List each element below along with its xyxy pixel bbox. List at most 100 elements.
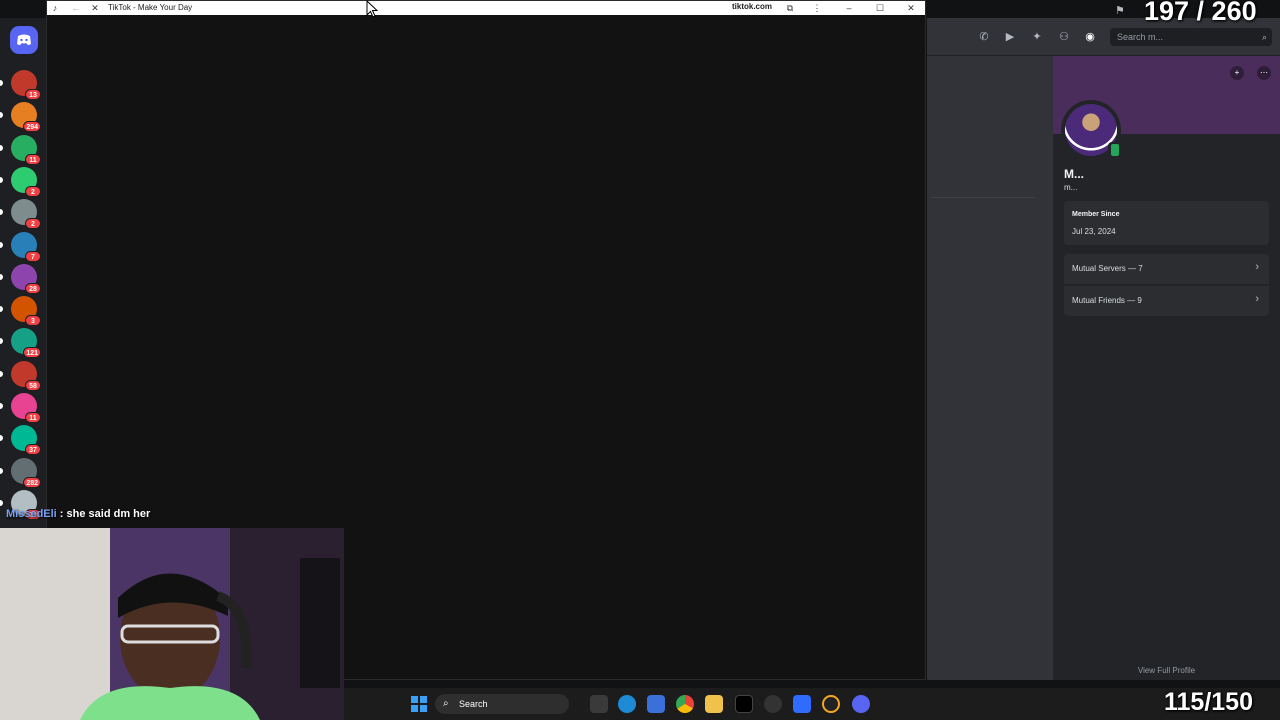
chat-username: MissedEli — [6, 508, 57, 520]
mention-badge: 7 — [25, 250, 41, 262]
server-icon[interactable]: 3 — [0, 296, 41, 327]
unread-indicator — [0, 209, 3, 216]
avatar[interactable] — [1061, 100, 1122, 160]
server-icon[interactable]: 28 — [0, 263, 41, 294]
video-call-icon[interactable]: ▶ — [1003, 30, 1017, 44]
discord-logo-icon — [17, 34, 31, 45]
chrome-icon[interactable] — [676, 695, 694, 713]
mutual-friends-label: Mutual Friends — 9 — [1072, 296, 1142, 305]
mutual-servers-row[interactable]: Mutual Servers — 7 › — [1064, 254, 1269, 284]
chat-text: : she said dm her — [56, 508, 151, 520]
server-icon[interactable]: 58 — [0, 360, 41, 391]
app-icon[interactable] — [764, 695, 782, 713]
unread-indicator — [0, 112, 3, 119]
user-profile-panel: + ⋯ M... m... Member Since Jul 23, 2024 … — [1053, 56, 1280, 680]
stop-loading-icon[interactable]: ✕ — [88, 1, 102, 15]
search-input[interactable]: Search m... ⌕ — [1110, 28, 1272, 46]
add-friends-icon[interactable]: ⚇ — [1057, 30, 1071, 44]
tiktok-favicon-icon: ♪ — [52, 3, 58, 13]
member-since-card: Member Since Jul 23, 2024 — [1064, 201, 1269, 245]
pin-icon[interactable]: ✦ — [1030, 30, 1044, 44]
mention-badge: 282 — [23, 476, 41, 488]
mutual-servers-label: Mutual Servers — 7 — [1072, 264, 1143, 273]
stream-chat-message: MissedEli : she said dm her — [6, 508, 150, 520]
stream-counter-bottom: 115/150 — [1164, 688, 1253, 716]
mention-badge: 58 — [25, 379, 41, 391]
server-icon[interactable]: 294 — [0, 102, 41, 133]
chat-divider — [931, 197, 1035, 198]
add-friend-icon[interactable]: + — [1230, 66, 1244, 80]
webcam-image — [0, 528, 344, 720]
mention-badge: 11 — [25, 153, 41, 165]
unread-indicator — [0, 370, 3, 377]
media-player-icon[interactable] — [822, 695, 840, 713]
view-full-profile-link[interactable]: View Full Profile — [1053, 666, 1280, 675]
profile-display-name: M... — [1064, 167, 1084, 181]
unread-indicator — [0, 306, 3, 313]
close-window-icon[interactable]: ✕ — [904, 1, 918, 15]
unread-indicator — [0, 499, 3, 506]
unread-indicator — [0, 241, 3, 248]
extensions-icon[interactable]: ⧉ — [783, 1, 797, 15]
minimize-icon[interactable]: – — [842, 1, 856, 15]
mobile-status-icon — [1108, 142, 1122, 158]
server-icon[interactable]: 11 — [0, 134, 41, 165]
back-arrow-icon[interactable]: ← — [69, 1, 83, 15]
unread-indicator — [0, 403, 3, 409]
member-since-label: Member Since — [1072, 211, 1120, 218]
taskbar-search-label: Search — [459, 699, 488, 709]
discord-home-button[interactable] — [10, 26, 38, 54]
server-icon[interactable]: 121 — [0, 328, 41, 359]
chevron-right-icon: › — [1255, 261, 1259, 273]
mouse-cursor-icon — [366, 0, 378, 18]
stream-counter-top: 197 / 260 — [1144, 0, 1257, 26]
store-icon[interactable] — [647, 695, 665, 713]
mention-badge: 121 — [23, 347, 41, 359]
mention-badge: 11 — [25, 412, 41, 423]
server-icon[interactable]: 13 — [0, 70, 41, 100]
chat-messages: ☺ ▣ ❖ — [927, 56, 1053, 709]
search-icon: ⌕ — [1261, 32, 1267, 42]
server-icon[interactable]: 2 — [0, 199, 41, 230]
search-placeholder: Search m... — [1117, 32, 1164, 42]
member-since-value: Jul 23, 2024 — [1072, 227, 1116, 236]
browser-tab-title: TikTok - Make Your Day — [108, 3, 193, 12]
mutual-friends-row[interactable]: Mutual Friends — 9 › — [1064, 286, 1269, 316]
mention-badge: 37 — [25, 444, 41, 456]
unread-indicator — [0, 467, 3, 474]
task-view-icon[interactable] — [590, 695, 608, 713]
unread-indicator — [0, 435, 3, 442]
unread-indicator — [0, 338, 3, 345]
server-icon[interactable]: 282 — [0, 457, 41, 488]
tiktok-icon[interactable] — [735, 695, 753, 713]
edge-icon[interactable] — [618, 695, 636, 713]
app-icon[interactable] — [793, 695, 811, 713]
user-profile-toggle-icon[interactable]: ◉ — [1083, 30, 1097, 44]
file-explorer-icon[interactable] — [705, 695, 723, 713]
server-icon[interactable]: 2 — [0, 166, 41, 197]
mention-badge: 2 — [25, 185, 41, 197]
server-icon[interactable]: 37 — [0, 425, 41, 456]
taskbar-search[interactable]: ⌕ Search — [435, 694, 569, 714]
unread-indicator — [0, 176, 3, 183]
discord-taskbar-icon[interactable] — [852, 695, 870, 713]
browser-titlebar: ♪ ← ✕ TikTok - Make Your Day tiktok.com … — [47, 1, 925, 15]
browser-domain: tiktok.com — [732, 2, 773, 11]
server-icon[interactable]: 7 — [0, 231, 41, 262]
flag-icon: ⚑ — [1115, 5, 1125, 17]
maximize-icon[interactable]: ☐ — [873, 1, 887, 15]
profile-username: m... — [1064, 183, 1078, 192]
mention-badge: 28 — [25, 282, 41, 294]
webcam-feed — [0, 528, 344, 720]
mention-badge: 2 — [25, 218, 41, 230]
unread-indicator — [0, 144, 3, 151]
mention-badge: 294 — [23, 121, 41, 133]
more-options-icon[interactable]: ⋮ — [810, 1, 824, 15]
server-icon[interactable]: 11 — [0, 393, 41, 423]
phone-call-icon[interactable]: ✆ — [977, 30, 991, 44]
windows-start-icon[interactable] — [410, 695, 428, 713]
chevron-right-icon: › — [1255, 293, 1259, 305]
more-icon[interactable]: ⋯ — [1257, 66, 1271, 80]
mention-badge: 13 — [25, 89, 41, 100]
discord-dm-view: ✆ ▶ ✦ ⚇ ◉ Search m... ⌕ ☺ ▣ ❖ + ⋯ M... m… — [927, 18, 1280, 709]
